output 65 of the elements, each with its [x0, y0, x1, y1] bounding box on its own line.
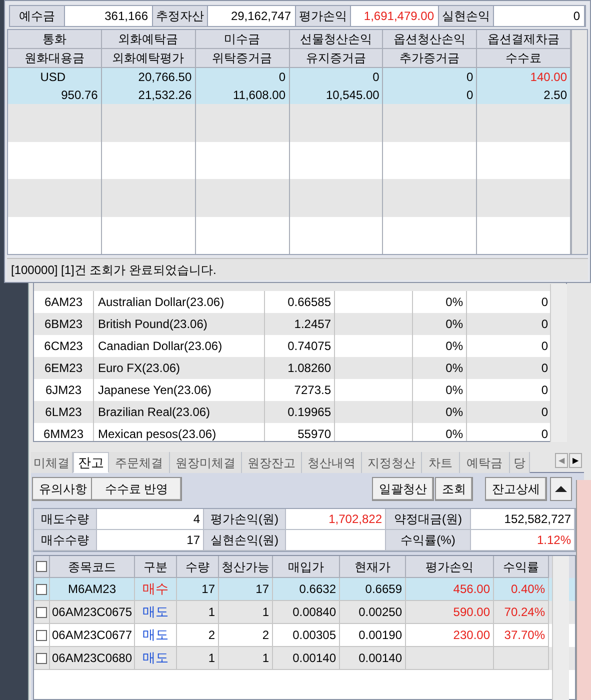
table-cell: 0% [413, 423, 467, 441]
summary-label: 매도수량 [34, 509, 97, 529]
table-cell: 06AM23C0680 [50, 647, 135, 670]
table-cell-text: 0 [540, 426, 549, 441]
action-button[interactable]: 조회 [435, 477, 473, 501]
summary-label: 실현손익 [439, 6, 494, 26]
summary-value: 1.12% [471, 530, 575, 550]
action-button[interactable]: 수수료 반영 [91, 477, 182, 501]
summary-value: 152,582,727 [471, 509, 575, 529]
table-cell: 1 [219, 647, 273, 670]
summary-value: 361,166 [65, 6, 153, 26]
summary-label: 평가손익 [296, 6, 351, 26]
tab[interactable]: 청산내역 [302, 452, 362, 473]
tab[interactable]: 예탁금 [460, 452, 510, 473]
table-cell: 매도 [135, 647, 177, 670]
table-row[interactable]: 06AM23C0675 매도 1 1 0.00840 0.00250 590.00 70.24% [34, 601, 575, 624]
row-checkbox[interactable] [36, 652, 47, 664]
row-checkbox[interactable] [36, 630, 47, 640]
tab[interactable]: 차트 [422, 452, 460, 473]
summary-label: 실현손익(원) [204, 530, 286, 550]
table-cell: 55970 [265, 423, 335, 441]
tab[interactable]: 당 [510, 452, 530, 473]
summary-value: 0 [494, 6, 585, 26]
row-checkbox[interactable] [36, 606, 47, 618]
tab[interactable]: 원장미체결 [170, 452, 242, 473]
tab[interactable]: 미체결 [31, 452, 73, 473]
table-cell-text: 0 [540, 382, 549, 399]
table-row[interactable]: M6AM23 매수 17 17 0.6632 0.6659 456.00 0.40% [34, 578, 575, 601]
summary-label: 추정자산 [153, 6, 208, 26]
table-row[interactable]: 06AM23C0680 매도 1 1 0.00140 0.00140 [34, 647, 575, 670]
summary-value: 17 [97, 530, 204, 550]
table-cell: 0.00140 [340, 647, 406, 670]
scroll-right-button[interactable]: ▶ [569, 453, 582, 468]
tab[interactable]: 지정청산 [362, 452, 422, 473]
table-cell-text: 0 [540, 316, 549, 333]
action-button[interactable]: 잔고상세 [485, 477, 547, 501]
table-cell: 1 [177, 647, 219, 670]
table-cell: Mexican pesos(23.06) [94, 423, 265, 441]
summary-label: 매수수량 [34, 530, 97, 550]
table-cell: 0.00140 [273, 647, 340, 670]
table-cell-text: 0 [540, 294, 549, 311]
summary-label: 평가손익(원) [204, 509, 286, 529]
summary-value: 1,691,479.00 [351, 6, 439, 26]
table-cell-text: 0 [540, 404, 549, 421]
tab[interactable]: 원장잔고 [242, 452, 302, 473]
triangle-up-icon [555, 486, 567, 492]
summary-label: 예수금 [10, 6, 65, 26]
table-cell-text: 0 [540, 360, 549, 377]
tab[interactable]: 잔고 [73, 452, 109, 473]
tab[interactable]: 주문체결 [109, 452, 170, 473]
row-checkbox[interactable] [36, 584, 47, 594]
summary-label: 수익률(%) [386, 530, 471, 550]
action-button[interactable]: 일괄청산 [372, 477, 434, 501]
table-cell: 6MM23 [34, 423, 94, 441]
summary-value: 1,702,822 [286, 509, 386, 529]
select-all-checkbox[interactable] [36, 561, 47, 572]
action-button[interactable]: 유의사항 [32, 477, 94, 501]
scrollbar[interactable] [550, 284, 567, 442]
scrollbar[interactable] [552, 556, 569, 700]
table-cell-text: 0 [540, 338, 549, 355]
collapse-button[interactable] [550, 477, 572, 501]
status-message: [100000] [1]건 조회가 완료되었습니다. [7, 258, 588, 280]
summary-value: 29,162,747 [208, 6, 296, 26]
summary-value: 4 [97, 509, 204, 529]
summary-label: 약정대금(원) [386, 509, 471, 529]
